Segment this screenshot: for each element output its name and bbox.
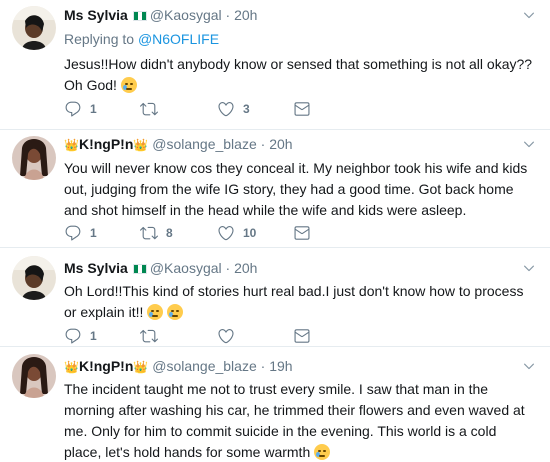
display-name[interactable]: K!ngP!n <box>79 136 133 152</box>
heart-icon <box>217 224 235 242</box>
user-handle[interactable]: @solange_blaze <box>152 136 257 152</box>
avatar[interactable] <box>12 354 56 398</box>
replying-to-link[interactable]: @N6OFLIFE <box>138 31 219 47</box>
retweet-count: 8 <box>166 226 173 240</box>
nigeria-flag-icon <box>132 11 147 21</box>
reply-icon <box>64 327 82 345</box>
crown-emoji-icon: 👑 <box>133 138 149 152</box>
reply-button[interactable]: 1 <box>64 223 97 243</box>
tweet-4[interactable]: 👑K!ngP!n👑 @solange_blaze · 19h The incid… <box>0 347 550 462</box>
direct-message-button[interactable] <box>293 99 311 119</box>
retweet-icon <box>140 224 158 242</box>
display-name[interactable]: Ms Sylvia <box>64 7 128 23</box>
crown-emoji-icon: 👑 <box>64 360 79 374</box>
tweet-text: Oh Lord!!This kind of stories hurt real … <box>64 281 536 323</box>
nigeria-flag-icon <box>132 264 147 274</box>
anxious-face-emoji-icon <box>167 304 184 320</box>
avatar[interactable] <box>12 256 56 300</box>
tweet-3[interactable]: Ms Sylvia @Kaosygal · 20h Oh Lord!!This k… <box>0 248 550 346</box>
direct-message-icon <box>293 327 311 345</box>
timestamp[interactable]: 20h <box>234 260 257 276</box>
user-handle[interactable]: @Kaosygal <box>150 260 222 276</box>
tweet-text: Jesus!!How didn't anybody know or sensed… <box>64 54 536 96</box>
tweet-text: You will never know cos they conceal it.… <box>64 160 528 218</box>
reply-button[interactable]: 1 <box>64 99 97 119</box>
like-count: 3 <box>243 102 250 116</box>
tweet-text-content: Oh Lord!!This kind of stories hurt real … <box>64 283 524 320</box>
timestamp[interactable]: 19h <box>269 358 292 374</box>
direct-message-button[interactable] <box>293 223 311 243</box>
separator-dot: · <box>260 358 266 374</box>
user-handle[interactable]: @solange_blaze <box>152 358 257 374</box>
replying-to-line: Replying to @N6OFLIFE <box>64 30 536 48</box>
tweet-2[interactable]: 👑K!ngP!n👑 @solange_blaze · 20h You will … <box>0 130 550 247</box>
separator-dot: · <box>225 260 231 276</box>
separator-dot: · <box>260 136 266 152</box>
reply-button[interactable]: 1 <box>64 326 97 346</box>
crown-emoji-icon: 👑 <box>133 360 149 374</box>
direct-message-button[interactable] <box>293 326 311 346</box>
retweet-icon <box>140 100 158 118</box>
replying-to-label: Replying to <box>64 31 135 47</box>
avatar[interactable] <box>12 6 56 50</box>
reply-icon <box>64 224 82 242</box>
retweet-icon <box>140 327 158 345</box>
like-count: 10 <box>243 226 257 240</box>
chevron-down-icon[interactable] <box>522 135 536 153</box>
reply-icon <box>64 100 82 118</box>
tweet-1[interactable]: Ms Sylvia @Kaosygal · 20h Replying to @N6… <box>0 0 550 129</box>
like-button[interactable]: 3 <box>217 99 250 119</box>
retweet-button[interactable] <box>140 99 166 119</box>
crown-emoji-icon: 👑 <box>64 138 79 152</box>
timestamp[interactable]: 20h <box>269 136 292 152</box>
direct-message-icon <box>293 100 311 118</box>
retweet-button[interactable] <box>140 326 158 346</box>
heart-icon <box>217 327 235 345</box>
reply-count: 1 <box>90 329 97 343</box>
reply-count: 1 <box>90 102 97 116</box>
display-name[interactable]: Ms Sylvia <box>64 260 128 276</box>
tweet-text: The incident taught me not to trust ever… <box>64 379 536 462</box>
retweet-button[interactable]: 8 <box>140 223 173 243</box>
timestamp[interactable]: 20h <box>234 7 257 23</box>
tweet-text-content: The incident taught me not to trust ever… <box>64 381 525 460</box>
direct-message-icon <box>293 224 311 242</box>
crying-face-emoji-icon <box>314 444 331 460</box>
chevron-down-icon[interactable] <box>522 357 536 375</box>
heart-icon <box>217 100 235 118</box>
separator-dot: · <box>225 7 231 23</box>
avatar[interactable] <box>12 136 56 180</box>
like-button[interactable] <box>217 326 235 346</box>
display-name[interactable]: K!ngP!n <box>79 358 133 374</box>
crying-face-emoji-icon <box>120 77 137 93</box>
reply-count: 1 <box>90 226 97 240</box>
chevron-down-icon[interactable] <box>522 6 536 24</box>
like-button[interactable]: 10 <box>217 223 256 243</box>
user-handle[interactable]: @Kaosygal <box>150 7 222 23</box>
chevron-down-icon[interactable] <box>522 259 536 277</box>
anxious-face-emoji-icon <box>147 304 164 320</box>
